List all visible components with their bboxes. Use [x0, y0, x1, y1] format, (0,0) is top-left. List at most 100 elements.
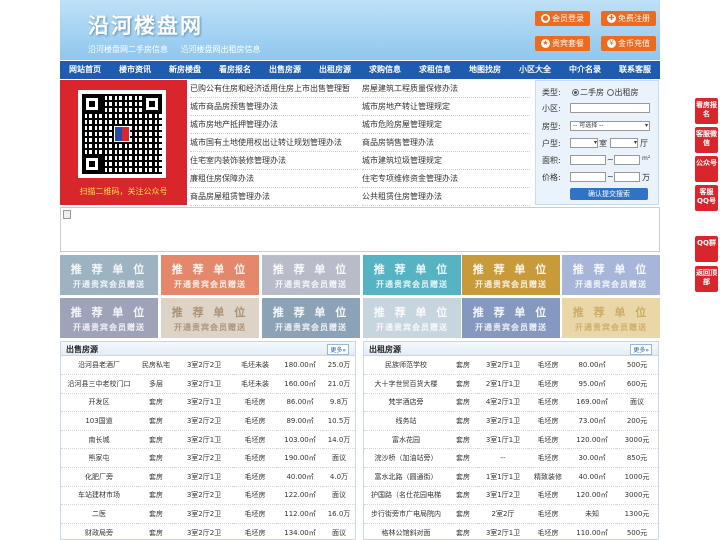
table-row[interactable]: 沿河县三中老校门口 多层 3室2厅1卫 毛坯未装 160.00㎡ 21.0万	[61, 374, 355, 394]
login-button[interactable]: ● 会员登录	[535, 11, 590, 26]
table-cell[interactable]: 富水北路（圆通街）	[364, 467, 448, 487]
table-row[interactable]: 沿河县老酒厂 民房私宅 3室2厅2卫 毛坯未装 180.00㎡ 25.0万	[61, 356, 355, 376]
table-cell[interactable]: 梵宇酒店旁	[364, 393, 448, 413]
table-cell[interactable]: 民族师范学校	[364, 356, 448, 376]
nav-home[interactable]: 网站首页	[60, 61, 110, 79]
price-min-input[interactable]	[570, 172, 606, 182]
policy-link[interactable]: 已购公有住房和经济适用住房上市出售管理暂	[190, 80, 358, 98]
recommend-tile[interactable]: 推 荐 单 位开通贵宾会员赠送	[60, 255, 158, 295]
table-cell[interactable]: 熊家屯	[61, 448, 137, 469]
float-viewing-signup[interactable]: 看房报名	[695, 98, 718, 124]
table-row[interactable]: 财政局旁 套房 3室2厅2卫 毛坯房 134.00㎡ 面议	[61, 523, 355, 539]
table-cell[interactable]: 格林公馆斜对面	[364, 523, 448, 539]
table-row[interactable]: 富水花园 套房 3室1厅1卫 毛坯房 120.00㎡ 3000元	[364, 430, 658, 450]
float-qq-group[interactable]: QQ群	[695, 236, 718, 262]
hall-select[interactable]: ▾	[610, 138, 638, 148]
policy-link[interactable]: 住宅室内装饰装修管理办法	[190, 152, 358, 170]
search-submit-button[interactable]: 确认提交搜索	[570, 188, 648, 200]
float-service-qq[interactable]: 客服QQ号	[695, 185, 718, 211]
table-cell[interactable]: 大十字世贸百货大楼	[364, 374, 448, 394]
radio-second-hand[interactable]	[572, 89, 579, 96]
nav-map[interactable]: 地图找房	[460, 61, 510, 79]
policy-link[interactable]: 城市国有土地使用权出让转让规划管理办法	[190, 134, 358, 152]
table-row[interactable]: 梵宇酒店旁 套房 4室2厅1卫 毛坯房 169.00㎡ 面议	[364, 393, 658, 413]
policy-link[interactable]: 商品房屋租赁管理办法	[190, 188, 358, 206]
table-row[interactable]: 大十字世贸百货大楼 套房 2室1厅1卫 毛坯房 95.00㎡ 600元	[364, 374, 658, 394]
table-cell[interactable]: 步行街旁市广电局院内	[364, 504, 448, 524]
table-cell[interactable]: 车站建材市场	[61, 486, 137, 506]
policy-link[interactable]: 城市房地产抵押管理办法	[190, 116, 358, 134]
nav-viewing-signup[interactable]: 看房报名	[210, 61, 260, 79]
table-cell[interactable]: 开发区	[61, 393, 137, 413]
table-row[interactable]: 二医 套房 3室2厅2卫 毛坯房 112.00㎡ 16.0万	[61, 504, 355, 524]
table-row[interactable]: 车站建材市场 套房 3室2厅2卫 毛坯房 122.00㎡ 面议	[61, 486, 355, 506]
recommend-tile[interactable]: 推 荐 单 位开通贵宾会员赠送	[562, 255, 660, 295]
table-row[interactable]: 格林公馆斜对面 套房 3室2厅1卫 毛坯房 110.00㎡ 500元	[364, 523, 658, 539]
policy-link[interactable]: 城市危险房屋管理规定	[362, 116, 530, 134]
recommend-tile[interactable]: 推 荐 单 位开通贵宾会员赠送	[363, 255, 461, 295]
rent-more-link[interactable]: 更多»	[630, 344, 652, 355]
price-max-input[interactable]	[614, 172, 640, 182]
table-row[interactable]: 开发区 套房 3室2厅1卫 毛坯房 86.00㎡ 9.8万	[61, 393, 355, 413]
register-button[interactable]: ✚ 免费注册	[601, 11, 656, 26]
table-cell[interactable]: 财政局旁	[61, 523, 137, 539]
policy-link[interactable]: 廉租住房保障办法	[190, 170, 358, 188]
table-row[interactable]: 103国道 套房 3室2厅2卫 毛坯房 89.00㎡ 10.5万	[61, 411, 355, 431]
area-min-input[interactable]	[570, 155, 606, 165]
recommend-tile[interactable]: 推 荐 单 位开通贵宾会员赠送	[363, 298, 461, 338]
nav-communities[interactable]: 小区大全	[510, 61, 560, 79]
table-row[interactable]: 线务站 套房 3室2厅1卫 毛坯房 73.00㎡ 200元	[364, 411, 658, 431]
housetype-select[interactable]: -- 可选择 -- ▾	[570, 121, 650, 131]
float-back-to-top[interactable]: 返回顶部	[695, 266, 718, 292]
site-title[interactable]: 沿河楼盘网	[88, 10, 203, 40]
policy-link[interactable]: 城市建筑垃圾管理规定	[362, 152, 530, 170]
recommend-tile[interactable]: 推 荐 单 位开通贵宾会员赠送	[562, 298, 660, 338]
policy-link[interactable]: 公共租赁住房管理办法	[362, 188, 530, 206]
recommend-tile[interactable]: 推 荐 单 位开通贵宾会员赠送	[60, 298, 158, 338]
table-row[interactable]: 富水北路（圆通街） 套房 1室1厅1卫 精致装修 40.00㎡ 1000元	[364, 467, 658, 487]
nav-for-rent[interactable]: 出租房源	[310, 61, 360, 79]
policy-link[interactable]: 城市房地产转让管理规定	[362, 98, 530, 116]
link-rental[interactable]: 沿河楼盘网出租房信息	[181, 45, 261, 54]
nav-for-sale[interactable]: 出售房源	[260, 61, 310, 79]
recommend-tile[interactable]: 推 荐 单 位开通贵宾会员赠送	[462, 298, 560, 338]
policy-link[interactable]: 住宅专项维修资金管理办法	[362, 170, 530, 188]
recommend-tile[interactable]: 推 荐 单 位开通贵宾会员赠送	[262, 255, 360, 295]
table-cell[interactable]: 浣沙桥（加油站旁）	[364, 448, 448, 469]
table-cell[interactable]: 化肥厂旁	[61, 467, 137, 487]
recommend-tile[interactable]: 推 荐 单 位开通贵宾会员赠送	[161, 255, 259, 295]
policy-link[interactable]: 房屋建筑工程质量保修办法	[362, 80, 530, 98]
nav-news[interactable]: 楼市资讯	[110, 61, 160, 79]
table-cell[interactable]: 沿河县三中老校门口	[61, 374, 137, 394]
table-row[interactable]: 护国路（名仕花园电梯 套房 3室1厅2卫 毛坯房 120.00㎡ 3000元	[364, 486, 658, 506]
float-official-account[interactable]: 公众号	[695, 156, 718, 182]
vip-package-button[interactable]: ★ 贵宾套餐	[535, 36, 590, 51]
community-input[interactable]	[570, 103, 650, 113]
table-cell[interactable]: 二医	[61, 504, 137, 524]
float-service-wechat[interactable]: 客服微信	[695, 127, 718, 153]
table-row[interactable]: 浣沙桥（加油站旁） 套房 -- 毛坯房 30.00㎡ 850元	[364, 448, 658, 469]
table-cell[interactable]: 103国道	[61, 411, 137, 431]
recommend-tile[interactable]: 推 荐 单 位开通贵宾会员赠送	[462, 255, 560, 295]
area-max-input[interactable]	[614, 155, 640, 165]
table-cell[interactable]: 沿河县老酒厂	[61, 356, 137, 376]
radio-rental[interactable]	[606, 89, 614, 96]
recommend-tile[interactable]: 推 荐 单 位开通贵宾会员赠送	[161, 298, 259, 338]
coin-recharge-button[interactable]: ¥ 金币充值	[601, 36, 656, 51]
table-row[interactable]: 民族师范学校 套房 3室2厅1卫 毛坯房 80.00㎡ 500元	[364, 356, 658, 376]
policy-link[interactable]: 城市商品房预售管理办法	[190, 98, 358, 116]
table-row[interactable]: 步行街旁市广电局院内 套房 2室2厅 毛坯房 未知 1300元	[364, 504, 658, 524]
sale-more-link[interactable]: 更多»	[327, 344, 349, 355]
table-row[interactable]: 熊家屯 套房 3室2厅2卫 毛坯房 190.00㎡ 面议	[61, 448, 355, 469]
table-cell[interactable]: 富水花园	[364, 430, 448, 450]
link-second-hand[interactable]: 沿河楼盘网二手房信息	[88, 45, 168, 54]
table-row[interactable]: 南长城 套房 3室2厅1卫 毛坯房 103.00㎡ 14.0万	[61, 430, 355, 450]
nav-contact[interactable]: 联系客服	[610, 61, 660, 79]
table-row[interactable]: 化肥厂旁 套房 3室2厅1卫 毛坯房 40.00㎡ 4.0万	[61, 467, 355, 487]
table-cell[interactable]: 南长城	[61, 430, 137, 450]
table-cell[interactable]: 护国路（名仕花园电梯	[364, 486, 448, 506]
nav-new-homes[interactable]: 新房楼盘	[160, 61, 210, 79]
policy-link[interactable]: 商品房销售管理办法	[362, 134, 530, 152]
recommend-tile[interactable]: 推 荐 单 位开通贵宾会员赠送	[262, 298, 360, 338]
nav-wanted-rent[interactable]: 求租信息	[410, 61, 460, 79]
